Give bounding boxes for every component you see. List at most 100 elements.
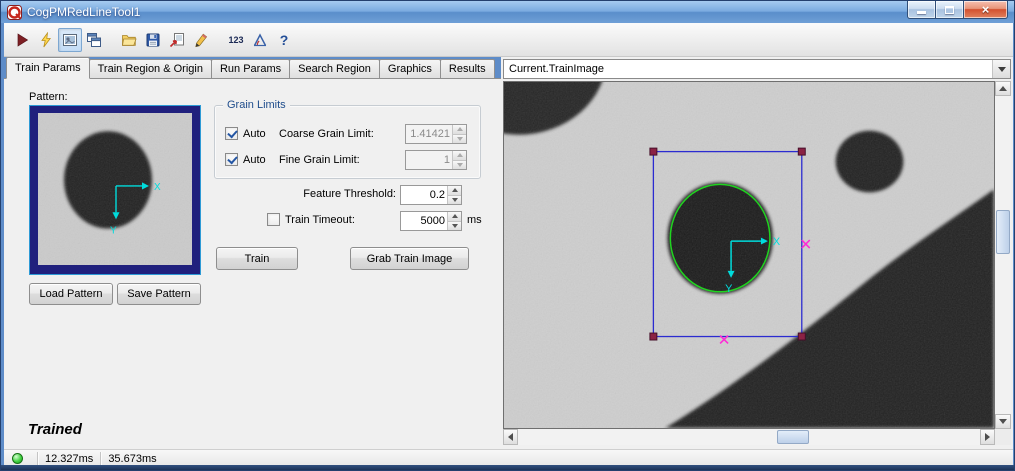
spin-down-button[interactable] [448, 221, 461, 231]
tab-strip: Train Params Train Region & Origin Run P… [4, 57, 501, 79]
save-file-button[interactable] [141, 28, 165, 52]
arrow-left-icon [508, 433, 513, 441]
coarse-auto-checkbox[interactable] [225, 127, 238, 140]
spin-up-button [453, 125, 466, 134]
electric-run-button[interactable] [34, 28, 58, 52]
scroll-down-button[interactable] [995, 414, 1011, 429]
window-controls: × [907, 1, 1008, 19]
import-image-button[interactable] [165, 28, 189, 52]
run-button[interactable] [10, 28, 34, 52]
axis-x-label: X [154, 182, 161, 193]
pattern-display: X Y [29, 105, 201, 275]
train-timeout-value[interactable] [401, 212, 447, 230]
spin-down-button [453, 134, 466, 144]
number-display-button[interactable]: 123 [224, 28, 248, 52]
axis-y-label: Y [725, 283, 733, 295]
combo-dropdown-button[interactable] [992, 60, 1010, 78]
tab-train-region-origin[interactable]: Train Region & Origin [89, 59, 212, 78]
tab-graphics[interactable]: Graphics [379, 59, 441, 78]
coarse-grain-limit-value [406, 125, 452, 143]
close-icon: × [982, 2, 990, 17]
question-mark-icon: ? [280, 32, 289, 48]
chevron-up-icon [452, 188, 458, 192]
tab-results[interactable]: Results [440, 59, 495, 78]
close-button[interactable]: × [963, 1, 1008, 19]
chevron-down-icon [457, 137, 463, 141]
vertical-scroll-track[interactable] [995, 96, 1011, 414]
grab-train-image-button[interactable]: Grab Train Image [350, 247, 469, 270]
horizontal-scroll-track[interactable] [518, 429, 980, 445]
window-title: CogPMRedLineTool1 [27, 5, 140, 19]
toolbar: 123 ? [4, 23, 1013, 57]
train-timeout-checkbox[interactable] [267, 213, 280, 226]
show-image-toggle-button[interactable] [58, 28, 82, 52]
fine-auto-checkbox[interactable] [225, 153, 238, 166]
chevron-down-icon [452, 224, 458, 228]
train-image-display[interactable]: X Y [503, 81, 995, 429]
toolbar-separator [106, 28, 117, 52]
status-separator [37, 452, 38, 465]
corner-handle[interactable] [798, 148, 805, 155]
open-file-button[interactable] [117, 28, 141, 52]
train-timeout-label: Train Timeout: [285, 214, 355, 226]
spin-up-button[interactable] [448, 212, 461, 221]
save-pattern-button[interactable]: Save Pattern [117, 283, 201, 305]
image-display-icon [62, 32, 78, 48]
vertical-scrollbar[interactable] [995, 81, 1011, 429]
spin-down-button[interactable] [448, 195, 461, 205]
spin-up-button[interactable] [448, 186, 461, 195]
pattern-label: Pattern: [29, 91, 68, 103]
train-timeout-unit: ms [467, 214, 482, 226]
123-icon: 123 [228, 35, 243, 45]
axis-y-label: Y [110, 226, 117, 237]
folder-open-icon [121, 32, 137, 48]
lightning-icon [38, 32, 54, 48]
chevron-up-icon [457, 153, 463, 157]
chevron-up-icon [452, 214, 458, 218]
coarse-auto-label: Auto [243, 128, 266, 140]
fine-auto-label: Auto [243, 154, 266, 166]
image-viewer: X Y [503, 81, 1011, 445]
chevron-up-icon [457, 127, 463, 131]
trained-status-text: Trained [28, 421, 82, 438]
app-icon [7, 5, 22, 20]
feature-threshold-spinner[interactable] [400, 185, 462, 205]
tab-run-params[interactable]: Run Params [211, 59, 290, 78]
app-window: CogPMRedLineTool1 × [0, 0, 1015, 471]
edit-pen-button[interactable] [189, 28, 213, 52]
minimize-icon [917, 11, 926, 14]
arrow-right-icon [985, 433, 990, 441]
tab-search-region[interactable]: Search Region [289, 59, 380, 78]
tab-train-params[interactable]: Train Params [6, 57, 90, 79]
horizontal-scrollbar[interactable] [503, 429, 995, 445]
total-time: 35.673ms [108, 453, 156, 465]
minimize-button[interactable] [907, 1, 936, 19]
load-pattern-button[interactable]: Load Pattern [29, 283, 113, 305]
document-import-arrow-icon [169, 32, 185, 48]
scroll-right-button[interactable] [980, 429, 995, 445]
float-window-button[interactable] [82, 28, 106, 52]
scroll-left-button[interactable] [503, 429, 518, 445]
horizontal-scroll-thumb[interactable] [777, 430, 809, 444]
status-separator [100, 452, 101, 465]
corner-handle[interactable] [650, 333, 657, 340]
overlapping-windows-icon [86, 32, 102, 48]
measure-angle-button[interactable] [248, 28, 272, 52]
corner-handle[interactable] [798, 333, 805, 340]
vertical-scroll-thumb[interactable] [996, 210, 1010, 254]
protractor-icon [252, 32, 268, 48]
scroll-up-button[interactable] [995, 81, 1011, 96]
title-bar[interactable]: CogPMRedLineTool1 × [1, 1, 1014, 23]
fine-grain-limit-label: Fine Grain Limit: [279, 154, 360, 166]
train-button[interactable]: Train [216, 247, 298, 270]
feature-threshold-value[interactable] [401, 186, 447, 204]
image-view-selector[interactable]: Current.TrainImage [503, 59, 1011, 79]
help-button[interactable]: ? [272, 28, 296, 52]
maximize-button[interactable] [935, 1, 964, 19]
grain-limits-group: Grain Limits Auto Coarse Grain Limit: Au… [214, 105, 481, 179]
corner-handle[interactable] [650, 148, 657, 155]
train-timeout-spinner[interactable] [400, 211, 462, 231]
arrow-down-icon [999, 419, 1007, 424]
result-time: 12.327ms [45, 453, 93, 465]
image-panel: Current.TrainImage [501, 57, 1013, 449]
